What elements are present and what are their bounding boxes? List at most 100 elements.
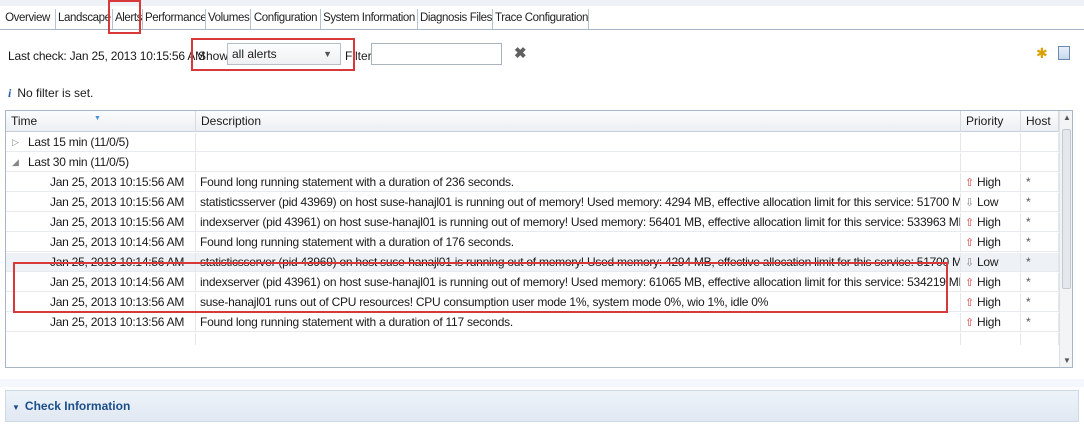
alerts-table: ▼ Time Description Priority Host ▷ Last … (5, 110, 1073, 368)
priority-cell: ⇧ High (961, 233, 1021, 252)
time-text: Jan 25, 2013 10:15:56 AM (50, 175, 185, 189)
host-cell: * (1021, 213, 1059, 232)
priority-high-icon: ⇧ (965, 177, 974, 189)
description-cell: Found long running statement with a dura… (196, 313, 961, 332)
time-cell: Jan 25, 2013 10:13:56 AM (6, 293, 196, 312)
tab-performance[interactable]: Performance (142, 9, 207, 29)
priority-cell: ⇧ High (961, 293, 1021, 312)
priority-high-icon: ⇧ (965, 317, 974, 329)
column-header-time-label: Time (11, 114, 38, 128)
tab-overview[interactable]: Overview (0, 9, 55, 29)
priority-high-icon: ⇧ (965, 217, 974, 229)
tab-configuration[interactable]: Configuration (250, 9, 320, 29)
host-cell (1021, 153, 1059, 172)
expand-arrow-icon[interactable]: ▷ (12, 133, 19, 151)
priority-cell: ⇧ High (961, 213, 1021, 232)
table-row[interactable]: Jan 25, 2013 10:15:56 AM Found long runn… (6, 173, 1059, 192)
group-cell: ▷ Last 15 min (11/0/5) (6, 133, 196, 152)
check-information-section[interactable]: ▼ Check Information (5, 390, 1079, 422)
last-check-text: Last check: Jan 25, 2013 10:15:56 AM (8, 49, 205, 63)
view-menu-icon[interactable] (1058, 46, 1070, 60)
host-cell: * (1021, 313, 1059, 332)
time-cell: Jan 25, 2013 10:15:56 AM (6, 213, 196, 232)
priority-text: High (976, 215, 1001, 229)
column-header-description-label: Description (201, 114, 262, 128)
time-text: Jan 25, 2013 10:14:56 AM (50, 275, 185, 289)
show-dropdown-value: all alerts (232, 47, 277, 61)
priority-low-icon: ⇩ (965, 197, 974, 209)
column-header-host-label: Host (1026, 114, 1051, 128)
description-cell (196, 333, 961, 345)
filter-input[interactable] (371, 43, 502, 65)
table-row[interactable]: Jan 25, 2013 10:15:56 AM indexserver (pi… (6, 213, 1059, 232)
show-dropdown[interactable]: all alerts ▼ (227, 43, 341, 65)
priority-text: Low (976, 195, 999, 209)
group-label: Last 30 min (11/0/5) (28, 155, 129, 169)
collapse-arrow-icon[interactable]: ◢ (12, 153, 19, 171)
tab-trace-configuration[interactable]: Trace Configuration (492, 9, 589, 29)
scroll-down-icon[interactable]: ▼ (1063, 356, 1071, 365)
priority-cell: ⇩ Low (961, 193, 1021, 212)
priority-cell: ⇧ High (961, 173, 1021, 192)
priority-cell (961, 333, 1021, 345)
group-row[interactable]: ▷ Last 15 min (11/0/5) (6, 133, 1059, 152)
host-cell: * (1021, 193, 1059, 212)
desc-cell (196, 133, 961, 152)
priority-cell: ⇩ Low (961, 253, 1021, 272)
time-cell: Jan 25, 2013 10:15:56 AM (6, 173, 196, 192)
column-header-priority[interactable]: Priority (961, 111, 1021, 132)
time-text: Jan 25, 2013 10:15:56 AM (50, 215, 185, 229)
collapse-arrow-icon: ▼ (12, 403, 20, 412)
description-cell: statisticsserver (pid 43969) on host sus… (196, 253, 961, 272)
priority-high-icon: ⇧ (965, 277, 974, 289)
description-cell: indexserver (pid 43961) on host suse-han… (196, 273, 961, 292)
description-cell: indexserver (pid 43961) on host suse-han… (196, 213, 961, 232)
host-cell: * (1021, 253, 1059, 272)
filter-status: i No filter is set. (8, 86, 93, 101)
priority-text: Low (976, 255, 999, 269)
group-cell: ◢ Last 30 min (11/0/5) (6, 153, 196, 172)
time-text: Jan 25, 2013 10:13:56 AM (50, 315, 185, 329)
tab-landscape[interactable]: Landscape (55, 9, 112, 29)
table-row[interactable]: Jan 25, 2013 10:14:56 AM statisticsserve… (6, 253, 1059, 272)
table-row[interactable]: Jan 25, 2013 10:13:56 AM suse-hanajl01 r… (6, 293, 1059, 312)
column-header-description[interactable]: Description (196, 111, 961, 132)
table-row[interactable]: Jan 25, 2013 10:13:56 AM Found long runn… (6, 313, 1059, 332)
priority-cell (961, 153, 1021, 172)
time-cell: Jan 25, 2013 10:14:56 AM (6, 273, 196, 292)
table-row[interactable]: Jan 25, 2013 10:14:56 AM indexserver (pi… (6, 273, 1059, 292)
tab-diagnosis-files[interactable]: Diagnosis Files (417, 9, 492, 29)
column-header-time[interactable]: ▼ Time (6, 111, 196, 132)
table-row-partial[interactable] (6, 333, 1059, 345)
filter-status-text: No filter is set. (17, 86, 94, 100)
time-text: Jan 25, 2013 10:14:56 AM (50, 235, 185, 249)
description-cell: suse-hanajl01 runs out of CPU resources!… (196, 293, 961, 312)
check-information-title: ▼ Check Information (12, 399, 130, 413)
info-icon: i (8, 86, 12, 100)
vertical-scrollbar[interactable]: ▲ ▼ (1059, 111, 1072, 367)
scrollbar-thumb[interactable] (1062, 129, 1071, 289)
configure-icon[interactable]: ✱ (1036, 45, 1048, 62)
tab-system-information[interactable]: System Information (320, 9, 417, 29)
column-header-host[interactable]: Host (1021, 111, 1059, 132)
priority-text: High (976, 295, 1001, 309)
sort-descending-icon: ▼ (94, 115, 101, 122)
desc-cell (196, 153, 961, 172)
check-information-label: Check Information (24, 399, 131, 413)
priority-cell: ⇧ High (961, 313, 1021, 332)
host-cell: * (1021, 233, 1059, 252)
group-label: Last 15 min (11/0/5) (28, 135, 129, 149)
table-row[interactable]: Jan 25, 2013 10:15:56 AM statisticsserve… (6, 193, 1059, 212)
group-row[interactable]: ◢ Last 30 min (11/0/5) (6, 153, 1059, 172)
table-row[interactable]: Jan 25, 2013 10:14:56 AM Found long runn… (6, 233, 1059, 252)
scroll-up-icon[interactable]: ▲ (1063, 113, 1071, 122)
description-cell: Found long running statement with a dura… (196, 173, 961, 192)
time-text: Jan 25, 2013 10:13:56 AM (50, 295, 185, 309)
priority-text: High (976, 175, 1001, 189)
time-cell: Jan 25, 2013 10:14:56 AM (6, 233, 196, 252)
column-header-priority-label: Priority (966, 114, 1004, 128)
tab-alerts[interactable]: Alerts (112, 9, 142, 29)
tab-volumes[interactable]: Volumes (205, 9, 250, 29)
clear-filter-icon[interactable]: ✖ (514, 44, 527, 62)
time-text: Jan 25, 2013 10:14:56 AM (50, 255, 185, 269)
